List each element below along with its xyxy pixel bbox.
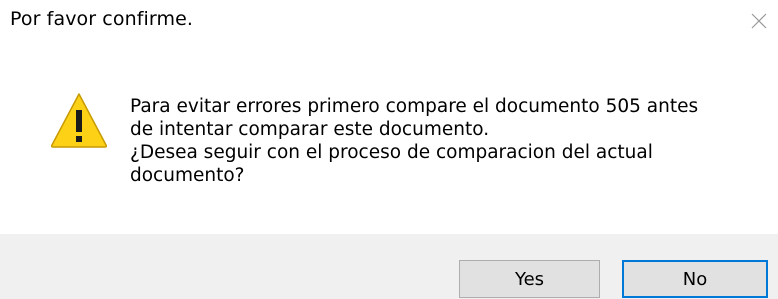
message-line: documento?: [130, 165, 245, 186]
dialog-body: Para evitar errores primero compare el d…: [0, 60, 778, 234]
dialog-message: Para evitar errores primero compare el d…: [130, 95, 750, 187]
no-button[interactable]: No: [622, 260, 768, 298]
close-button[interactable]: [744, 6, 774, 36]
message-line: de intentar comparar este documento.: [130, 119, 490, 140]
message-line: Para evitar errores primero compare el d…: [130, 96, 699, 117]
yes-button[interactable]: Yes: [459, 260, 600, 298]
message-line: ¿Desea seguir con el proceso de comparac…: [130, 142, 653, 163]
warning-icon: [50, 93, 108, 148]
confirm-dialog: Por favor confirme. Para evitar errores …: [0, 0, 778, 299]
close-icon: [751, 13, 767, 29]
dialog-footer: Yes No: [0, 234, 778, 299]
dialog-title: Por favor confirme.: [10, 8, 194, 30]
